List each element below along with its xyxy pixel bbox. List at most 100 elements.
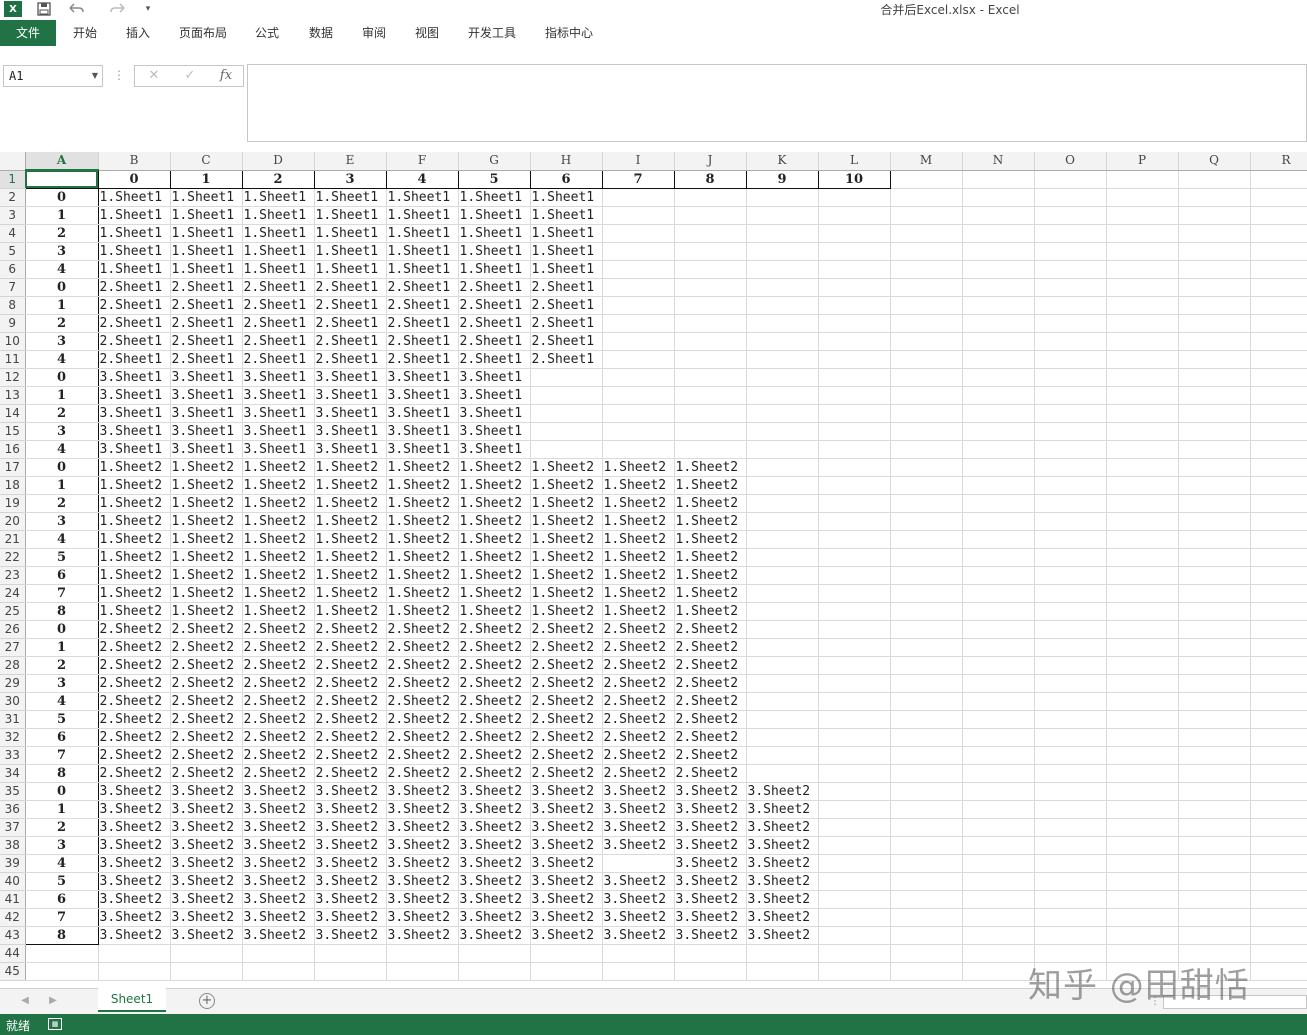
cell-r14[interactable]	[1250, 404, 1307, 423]
cell-k2[interactable]	[746, 188, 819, 207]
cell-d45[interactable]	[242, 962, 315, 981]
cell-q10[interactable]	[1178, 332, 1251, 351]
cell-d12[interactable]: 3.Sheet1	[242, 368, 315, 387]
cell-q18[interactable]	[1178, 476, 1251, 495]
cell-e7[interactable]: 2.Sheet1	[314, 278, 387, 297]
cell-p16[interactable]	[1106, 440, 1179, 459]
column-header-c[interactable]: C	[170, 152, 243, 171]
cell-j21[interactable]: 1.Sheet2	[674, 530, 747, 549]
cell-e15[interactable]: 3.Sheet1	[314, 422, 387, 441]
cell-h23[interactable]: 1.Sheet2	[530, 566, 603, 585]
cell-a18[interactable]: 1	[24, 476, 99, 495]
cell-a23[interactable]: 6	[24, 566, 99, 585]
cell-f30[interactable]: 2.Sheet2	[386, 692, 459, 711]
cell-i16[interactable]	[602, 440, 675, 459]
cell-g5[interactable]: 1.Sheet1	[458, 242, 531, 261]
cell-n28[interactable]	[962, 656, 1035, 675]
cell-i30[interactable]: 2.Sheet2	[602, 692, 675, 711]
row-header-38[interactable]: 38	[0, 836, 26, 855]
cell-b18[interactable]: 1.Sheet2	[98, 476, 171, 495]
cell-i24[interactable]: 1.Sheet2	[602, 584, 675, 603]
cell-n21[interactable]	[962, 530, 1035, 549]
cell-g40[interactable]: 3.Sheet2	[458, 872, 531, 891]
cell-l15[interactable]	[818, 422, 891, 441]
cell-f28[interactable]: 2.Sheet2	[386, 656, 459, 675]
cell-d37[interactable]: 3.Sheet2	[242, 818, 315, 837]
cell-a31[interactable]: 5	[24, 710, 99, 729]
cell-l28[interactable]	[818, 656, 891, 675]
cell-o6[interactable]	[1034, 260, 1107, 279]
cell-r21[interactable]	[1250, 530, 1307, 549]
cell-n18[interactable]	[962, 476, 1035, 495]
column-header-b[interactable]: B	[98, 152, 171, 171]
cell-r12[interactable]	[1250, 368, 1307, 387]
cell-a41[interactable]: 6	[24, 890, 99, 909]
cell-e34[interactable]: 2.Sheet2	[314, 764, 387, 783]
cell-h15[interactable]	[530, 422, 603, 441]
cell-k32[interactable]	[746, 728, 819, 747]
cell-m43[interactable]	[890, 926, 963, 945]
cell-e24[interactable]: 1.Sheet2	[314, 584, 387, 603]
cell-l39[interactable]	[818, 854, 891, 873]
cell-e29[interactable]: 2.Sheet2	[314, 674, 387, 693]
cell-i36[interactable]: 3.Sheet2	[602, 800, 675, 819]
cell-l11[interactable]	[818, 350, 891, 369]
cell-k22[interactable]	[746, 548, 819, 567]
cell-p18[interactable]	[1106, 476, 1179, 495]
cell-f9[interactable]: 2.Sheet1	[386, 314, 459, 333]
cell-n14[interactable]	[962, 404, 1035, 423]
cell-a4[interactable]: 2	[24, 224, 99, 243]
cell-f18[interactable]: 1.Sheet2	[386, 476, 459, 495]
cell-k36[interactable]: 3.Sheet2	[746, 800, 819, 819]
column-header-a[interactable]: A	[25, 152, 99, 171]
cell-g20[interactable]: 1.Sheet2	[458, 512, 531, 531]
cell-q17[interactable]	[1178, 458, 1251, 477]
cell-n35[interactable]	[962, 782, 1035, 801]
row-header-20[interactable]: 20	[0, 512, 26, 531]
cell-c36[interactable]: 3.Sheet2	[170, 800, 243, 819]
cell-f11[interactable]: 2.Sheet1	[386, 350, 459, 369]
cell-n38[interactable]	[962, 836, 1035, 855]
cell-i39[interactable]	[602, 854, 675, 873]
cell-a27[interactable]: 1	[24, 638, 99, 657]
cell-c16[interactable]: 3.Sheet1	[170, 440, 243, 459]
cell-q40[interactable]	[1178, 872, 1251, 891]
cell-q29[interactable]	[1178, 674, 1251, 693]
enter-icon[interactable]: ✓	[175, 66, 205, 86]
cell-k7[interactable]	[746, 278, 819, 297]
cell-r16[interactable]	[1250, 440, 1307, 459]
cell-l45[interactable]	[818, 962, 891, 981]
cell-b1[interactable]: 0	[97, 169, 171, 189]
cell-e10[interactable]: 2.Sheet1	[314, 332, 387, 351]
cell-n12[interactable]	[962, 368, 1035, 387]
cell-o29[interactable]	[1034, 674, 1107, 693]
cell-d32[interactable]: 2.Sheet2	[242, 728, 315, 747]
cell-e6[interactable]: 1.Sheet1	[314, 260, 387, 279]
cell-n33[interactable]	[962, 746, 1035, 765]
cell-c40[interactable]: 3.Sheet2	[170, 872, 243, 891]
cell-q41[interactable]	[1178, 890, 1251, 909]
cell-g26[interactable]: 2.Sheet2	[458, 620, 531, 639]
cell-c26[interactable]: 2.Sheet2	[170, 620, 243, 639]
cell-f7[interactable]: 2.Sheet1	[386, 278, 459, 297]
row-header-31[interactable]: 31	[0, 710, 26, 729]
cell-m30[interactable]	[890, 692, 963, 711]
row-header-16[interactable]: 16	[0, 440, 26, 459]
cell-n32[interactable]	[962, 728, 1035, 747]
cell-m40[interactable]	[890, 872, 963, 891]
row-header-29[interactable]: 29	[0, 674, 26, 693]
cell-q39[interactable]	[1178, 854, 1251, 873]
cell-e35[interactable]: 3.Sheet2	[314, 782, 387, 801]
column-header-r[interactable]: R	[1250, 152, 1307, 171]
cell-d41[interactable]: 3.Sheet2	[242, 890, 315, 909]
cell-a40[interactable]: 5	[24, 872, 99, 891]
cell-d35[interactable]: 3.Sheet2	[242, 782, 315, 801]
cell-f42[interactable]: 3.Sheet2	[386, 908, 459, 927]
cell-g10[interactable]: 2.Sheet1	[458, 332, 531, 351]
cell-i31[interactable]: 2.Sheet2	[602, 710, 675, 729]
cell-i21[interactable]: 1.Sheet2	[602, 530, 675, 549]
cell-g32[interactable]: 2.Sheet2	[458, 728, 531, 747]
cell-r19[interactable]	[1250, 494, 1307, 513]
cell-a14[interactable]: 2	[24, 404, 99, 423]
select-all-corner[interactable]	[0, 152, 26, 171]
